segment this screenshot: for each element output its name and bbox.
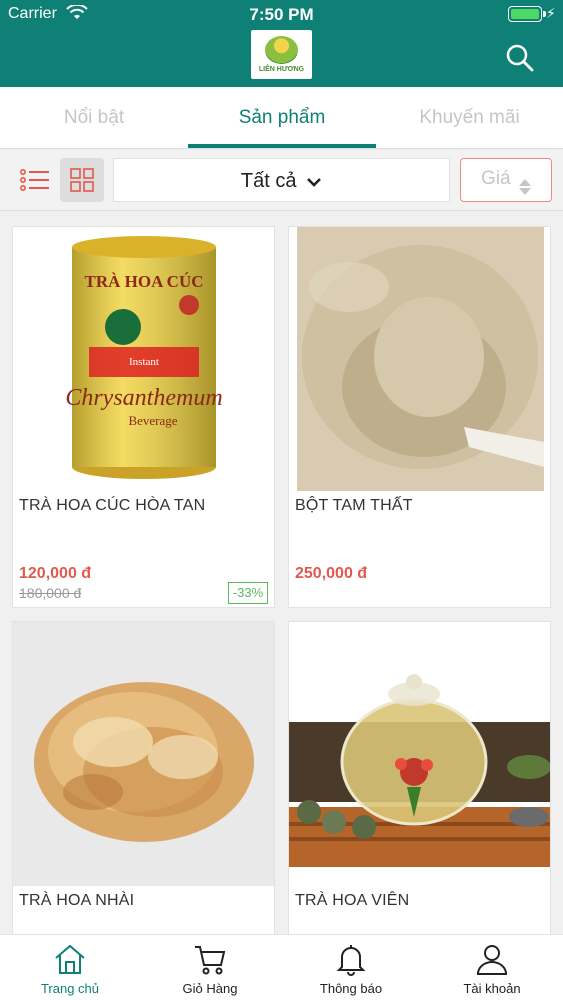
grid-icon [70,168,94,192]
tab-products[interactable]: Sản phẩm [188,87,376,149]
search-button[interactable] [504,42,536,74]
product-old-price: 180,000 đ [19,585,82,601]
product-image [289,622,550,886]
filter-bar: Tất cả Giá [0,150,563,211]
home-icon [55,944,85,974]
nav-home[interactable]: Trang chủ [0,935,140,1000]
svg-text:Beverage: Beverage [128,413,177,428]
brand-logo[interactable]: LIÊN HƯƠNG [251,30,312,79]
price-sort-button[interactable]: Giá [460,158,552,202]
svg-text:Instant: Instant [129,356,159,368]
product-name: TRÀ HOA VIÊN [295,892,410,909]
product-image: TRÀ HOA CÚC Instant Chrysanthemum Bevera… [13,227,274,491]
grid-view-button[interactable] [60,158,104,202]
product-name: BỘT TAM THẤT [295,497,413,514]
product-card[interactable]: TRÀ HOA VIÊN [288,621,551,934]
product-card[interactable]: BỘT TAM THẤT 250,000 đ [288,226,551,608]
product-card[interactable]: TRÀ HOA CÚC Instant Chrysanthemum Bevera… [12,226,275,608]
product-grid: TRÀ HOA CÚC Instant Chrysanthemum Bevera… [0,212,563,934]
product-name: TRÀ HOA CÚC HÒA TAN [19,497,206,514]
app-header: Carrier 7:50 PM ⚡ LIÊN HƯƠNG [0,0,563,87]
category-dropdown[interactable]: Tất cả [113,158,450,202]
discount-badge: -33% [228,582,268,604]
user-icon [476,945,508,975]
status-bar: Carrier 7:50 PM ⚡ [0,0,563,30]
tab-featured[interactable]: Nổi bật [0,87,188,149]
product-image [13,622,274,886]
nav-cart-label: Giỏ Hàng [182,981,238,996]
product-price: 120,000 đ [19,565,92,582]
product-name: TRÀ HOA NHÀI [19,892,135,909]
nav-notifications[interactable]: Thông báo [281,935,421,1000]
product-image [289,227,550,491]
nav-account-label: Tài khoản [463,981,521,996]
logo-text: LIÊN HƯƠNG [258,66,305,73]
tab-bar: Nổi bật Sản phẩm Khuyến mãi [0,87,563,149]
cart-icon [195,946,226,975]
nav-home-label: Trang chủ [40,981,100,996]
tab-promotions[interactable]: Khuyến mãi [376,87,563,149]
nav-account[interactable]: Tài khoản [422,935,562,1000]
product-price: 250,000 đ [295,565,368,582]
battery-icon [508,6,546,22]
svg-text:TRÀ HOA CÚC: TRÀ HOA CÚC [84,272,203,291]
search-icon [506,44,534,72]
bell-icon [336,945,366,976]
bottom-navigation: Trang chủ Giỏ Hàng Thông báo Tài khoản [0,934,563,1000]
clock: 7:50 PM [249,5,314,24]
sort-icon [518,171,532,211]
active-tab-indicator [188,144,376,148]
list-icon [20,169,49,191]
price-sort-label: Giá [481,168,511,189]
chevron-down-icon [306,160,322,204]
list-view-button[interactable] [14,158,58,202]
category-value: Tất cả [240,170,297,192]
nav-cart[interactable]: Giỏ Hàng [140,935,280,1000]
svg-text:Chrysanthemum: Chrysanthemum [65,385,222,411]
charging-icon: ⚡ [546,5,556,21]
product-card[interactable]: TRÀ HOA NHÀI [12,621,275,934]
nav-notifications-label: Thông báo [319,981,383,996]
